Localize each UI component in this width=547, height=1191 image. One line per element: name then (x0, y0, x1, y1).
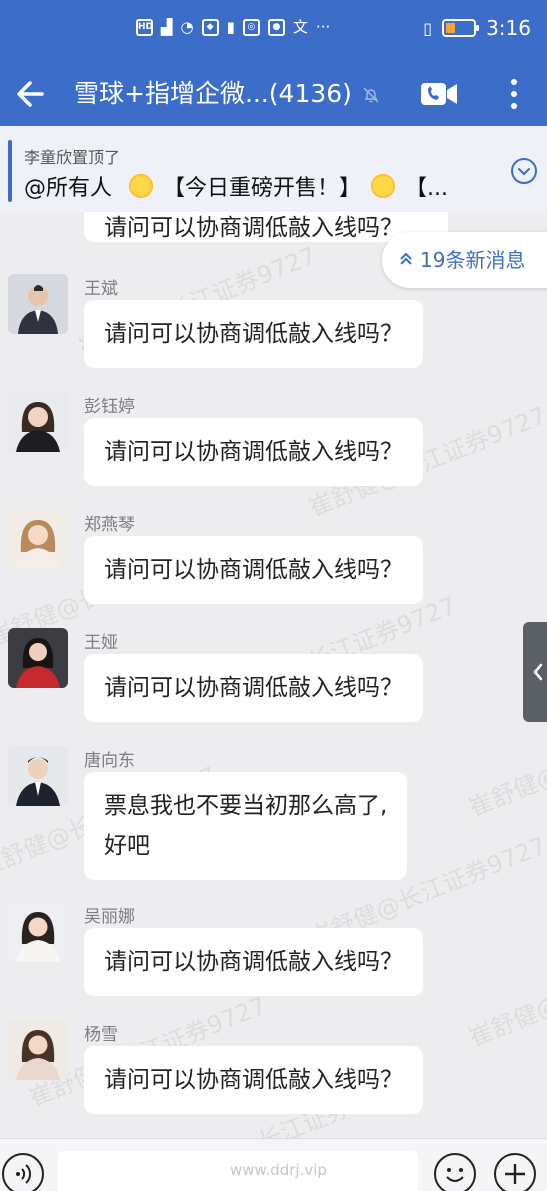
avatar[interactable] (8, 1020, 68, 1080)
avatar[interactable] (8, 628, 68, 688)
message-bubble[interactable]: 请问可以协商调低敲入线吗？ (84, 300, 423, 368)
side-drawer-handle[interactable] (523, 622, 547, 722)
sun-emoji-icon (369, 172, 398, 200)
watermark: 崔舒健@长江证券9727 (464, 931, 547, 1053)
avatar[interactable] (8, 902, 68, 962)
more-vertical-icon[interactable] (502, 74, 526, 114)
double-chevron-up-icon (398, 234, 420, 290)
site-watermark: www.ddrj.vip (230, 1161, 327, 1179)
status-left-icons: HD ▟ ◔ ◆ ▮ ◎ ● 文 ··· (136, 19, 330, 36)
input-bar: www.ddrj.vip (0, 1138, 547, 1191)
status-right: ▯ 3:16 (423, 16, 531, 40)
sender-name: 王娅 (84, 633, 118, 653)
hd-icon: HD (136, 19, 153, 36)
chat-title: 雪球+指增企微...(4136) (74, 79, 352, 108)
pinned-tail: 【... (405, 176, 449, 201)
mute-bell-icon (362, 86, 380, 104)
signal-icon: ▟ (161, 18, 173, 36)
shield-app-icon: ◆ (201, 19, 219, 36)
clock: 3:16 (486, 16, 531, 40)
plus-icon[interactable] (494, 1153, 536, 1191)
sender-name: 唐向东 (84, 751, 135, 771)
sender-name: 郑燕琴 (84, 515, 135, 535)
pinned-text: @所有人 【今日重磅开售！】 【... (24, 170, 448, 202)
sender-name: 彭钰婷 (84, 397, 135, 417)
chat-header: 雪球+指增企微...(4136) (0, 62, 547, 126)
wifi-icon: ◔ (180, 18, 194, 36)
back-arrow-icon[interactable] (12, 74, 52, 114)
bulb-app-icon: ● (267, 19, 285, 36)
avatar[interactable] (8, 392, 68, 452)
message-line: 好吧 (104, 833, 150, 859)
message-bubble[interactable]: 请问可以协商调低敲入线吗？ (84, 1046, 423, 1114)
video-call-icon[interactable] (420, 78, 458, 110)
message-bubble[interactable]: 请问可以协商调低敲入线吗？ (84, 418, 423, 486)
translate-app-icon: 文 (292, 18, 308, 36)
avatar[interactable] (8, 510, 68, 570)
message-bubble[interactable]: 请问可以协商调低敲入线吗？ (84, 928, 423, 996)
expand-pinned-icon[interactable] (511, 158, 537, 184)
new-messages-label: 19条新消息 (420, 248, 526, 272)
sender-name: 吴丽娜 (84, 907, 135, 927)
pinned-headline: 【今日重磅开售！】 (163, 176, 362, 201)
avatar[interactable] (8, 274, 68, 334)
vibrate-icon: ▯ (423, 18, 433, 38)
avatar[interactable] (8, 746, 68, 806)
chat-area[interactable]: 崔舒健@长江证券9727 崔舒健@长江证券9727 崔舒健@长江证券9727 崔… (0, 212, 547, 1138)
more-dots-icon: ··· (315, 18, 331, 36)
pinned-accent-bar (8, 140, 12, 202)
message-bubble[interactable]: 请问可以协商调低敲入线吗？ (84, 536, 423, 604)
pinned-mention: @所有人 (24, 176, 113, 201)
pinned-message[interactable]: 李童欣置顶了 @所有人 【今日重磅开售！】 【... (0, 126, 547, 212)
message-line: 票息我也不要当初那么高了, (104, 793, 388, 819)
sun-emoji-icon (127, 172, 156, 200)
message-bubble[interactable]: 票息我也不要当初那么高了, 好吧 (84, 772, 408, 880)
pinned-by: 李童欣置顶了 (24, 148, 121, 167)
sender-name: 杨雪 (84, 1025, 118, 1045)
new-messages-button[interactable]: 19条新消息 (382, 232, 547, 288)
voice-input-icon[interactable] (2, 1153, 44, 1191)
emoji-icon[interactable] (434, 1153, 476, 1191)
battery-icon (442, 19, 480, 37)
alert-icon: ▮ (226, 18, 235, 36)
status-bar: HD ▟ ◔ ◆ ▮ ◎ ● 文 ··· ▯ 3:16 (0, 0, 547, 62)
sender-name: 王斌 (84, 279, 118, 299)
message-bubble[interactable]: 请问可以协商调低敲入线吗？ (84, 654, 423, 722)
sync-app-icon: ◎ (242, 19, 260, 36)
